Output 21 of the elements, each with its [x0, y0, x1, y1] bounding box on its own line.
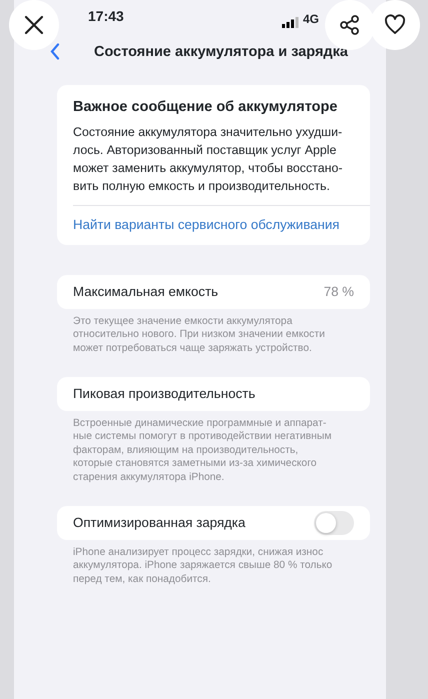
- message-text: Состояние аккумулятора значительно ухудши- лось. Авторизованный поставщик услуг Apple может заменить аккумулятор, чтобы восстано- вить полную емкость и производительность.: [72, 124, 344, 195]
- share-icon: [339, 14, 361, 36]
- service-link[interactable]: Найти варианты сервисного обслуживания: [73, 204, 370, 245]
- setting-value: 78 %: [324, 282, 354, 301]
- back-icon[interactable]: [50, 43, 60, 60]
- setting-label: Пиковая производительность: [73, 384, 256, 403]
- message-title: Важное сообщение об аккумуляторе: [72, 98, 338, 117]
- status-time: 17:43: [88, 8, 124, 24]
- close-icon: [23, 14, 45, 36]
- footnote-text: Встроенные динамические программные и аппарат- ные системы помогут в противодействии негативным факторам, влияющим на производительность, которые становятся заметными из-за химического старения аккумулятора iPhone.: [73, 416, 333, 484]
- footnote-text: iPhone анализирует процесс зарядки, снижая износ аккумулятора. iPhone заряжается свыше 80 % только перед тем, как понадобится.: [73, 546, 334, 586]
- footnote-text: Это текущее значение емкости аккумулятора относительно нового. При низком значении емкости может потребоваться чаще заряжать устройство.: [73, 314, 326, 355]
- page-title: Состояние аккумулятора и зарядка: [94, 43, 348, 62]
- setting-label: Оптимизированная зарядка: [73, 514, 246, 532]
- setting-label: Максимальная емкость: [73, 282, 218, 301]
- heart-icon: [384, 14, 406, 36]
- signal-icon: [282, 17, 299, 28]
- network-label: 4G: [303, 11, 320, 28]
- toggle-switch[interactable]: [314, 510, 354, 535]
- favorite-button[interactable]: [370, 0, 420, 50]
- setting-row[interactable]: Оптимизированная зарядка: [57, 506, 370, 540]
